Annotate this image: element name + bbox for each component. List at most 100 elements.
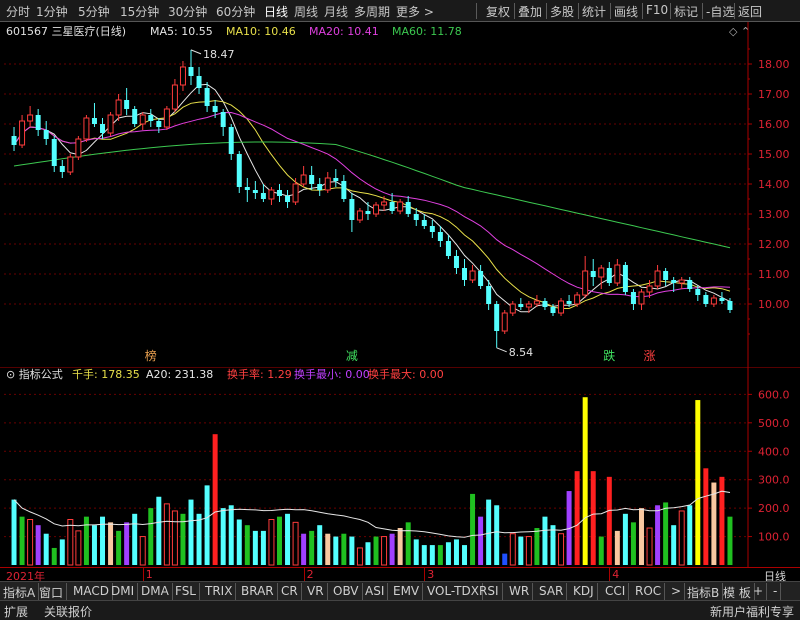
indicator-tab-3[interactable]: DMI bbox=[108, 583, 139, 600]
indicator-tab-20[interactable]: > bbox=[668, 583, 686, 600]
period-tab-8[interactable]: 月线 bbox=[324, 3, 348, 20]
candle-body-down bbox=[341, 181, 347, 199]
toolbar-action-4[interactable]: 画线 bbox=[614, 3, 638, 20]
indicator-chart-svg[interactable]: 600.0 500.0 400.0 300.0 200.0 100.0 ⊙ 指标公式 千手: … bbox=[0, 367, 800, 567]
toolbar: 分时 1分钟 5分钟 15分钟 30分钟 60分钟 日线 周线 月线 多周期 更多 > 复权 叠加 多股统… bbox=[0, 0, 800, 22]
turnover-bar bbox=[518, 536, 524, 565]
candle-body-down bbox=[244, 187, 250, 190]
indicator-tab-14[interactable]: RSI bbox=[476, 583, 503, 600]
indicator-tab-24[interactable]: - bbox=[770, 583, 782, 600]
candle-body-down bbox=[11, 136, 17, 145]
diamond-icon[interactable]: ◇ bbox=[729, 25, 738, 38]
indicator-tab-11[interactable]: ASI bbox=[362, 583, 389, 600]
turnover-bar bbox=[598, 536, 604, 565]
turnover-bar bbox=[228, 505, 234, 565]
turnover-bar bbox=[276, 516, 282, 565]
period-tab-5[interactable]: 60分钟 bbox=[216, 3, 255, 20]
indicator-tab-7[interactable]: BRAR bbox=[238, 583, 278, 600]
indicator-tab-10[interactable]: OBV bbox=[330, 583, 363, 600]
candle-body-up bbox=[509, 303, 516, 314]
toolbar-action-2[interactable]: 多股 bbox=[550, 3, 574, 20]
date-month-label: 3 bbox=[427, 568, 435, 581]
indicator-tab-5[interactable]: FSL bbox=[172, 583, 200, 600]
candle-body-down bbox=[35, 115, 41, 130]
indicator-tab-12[interactable]: EMV bbox=[390, 583, 424, 600]
expand-button[interactable]: 扩展 bbox=[4, 603, 28, 620]
kline-chart-panel[interactable]: 18.00 17.00 16.00 15.00 14.00 13.00 12.00 11.00… bbox=[0, 22, 800, 367]
indicator-tab-13[interactable]: VOL-TDX bbox=[424, 583, 483, 600]
candle-body-up bbox=[710, 297, 717, 305]
turnover-bar bbox=[445, 542, 451, 565]
period-tab-1[interactable]: 1分钟 bbox=[36, 3, 68, 20]
ma-legend-0: MA5: 10.55 bbox=[150, 25, 213, 38]
signal-marker-1: 减 bbox=[346, 349, 358, 363]
turnover-bar bbox=[646, 527, 653, 566]
toolbar-separator bbox=[642, 3, 643, 19]
stock-header: 601567 三星医疗(日线) bbox=[6, 24, 126, 38]
turnover-bar bbox=[67, 519, 74, 566]
toolbar-action-8[interactable]: 返回 bbox=[738, 3, 762, 20]
kline-chart-svg[interactable]: 18.00 17.00 16.00 15.00 14.00 13.00 12.00 11.00… bbox=[0, 22, 800, 367]
indicator-tab-23[interactable]: + bbox=[750, 583, 768, 600]
toolbar-separator bbox=[476, 3, 477, 19]
turnover-bar bbox=[212, 434, 218, 565]
period-tab-7[interactable]: 周线 bbox=[294, 3, 318, 20]
toolbar-action-1[interactable]: 叠加 bbox=[518, 3, 542, 20]
turnover-bar bbox=[83, 516, 89, 565]
new-user-promo-link[interactable]: 新用户福利专享 bbox=[710, 603, 794, 620]
indicator-tab-2[interactable]: MACD bbox=[70, 583, 113, 600]
indicator-tab-8[interactable]: CR bbox=[278, 583, 302, 600]
period-tab-9[interactable]: 多周期 bbox=[354, 3, 390, 20]
period-tab-4[interactable]: 30分钟 bbox=[168, 3, 207, 20]
max-price-label: 18.47 bbox=[203, 48, 235, 61]
candle-body-down bbox=[429, 226, 435, 232]
candle-body-down bbox=[550, 307, 556, 313]
toolbar-action-3[interactable]: 统计 bbox=[582, 3, 606, 20]
indicator-tab-18[interactable]: CCI bbox=[602, 583, 630, 600]
turnover-bar bbox=[11, 499, 17, 565]
indicator-tab-15[interactable]: WR bbox=[506, 583, 534, 600]
indicator-tab-0[interactable]: 指标A bbox=[0, 583, 40, 600]
toolbar-action-6[interactable]: 标记 bbox=[674, 3, 698, 20]
toolbar-action-5[interactable]: F10 bbox=[646, 3, 668, 17]
candle-body-up bbox=[139, 114, 146, 125]
period-tab-6[interactable]: 日线 bbox=[264, 3, 288, 20]
period-tab-2[interactable]: 5分钟 bbox=[78, 3, 110, 20]
indicator-tab-1[interactable]: 窗口 bbox=[36, 583, 68, 600]
toolbar-action-0[interactable]: 复权 bbox=[486, 3, 510, 20]
turnover-bar bbox=[429, 545, 435, 565]
related-quotes-button[interactable]: 关联报价 bbox=[44, 603, 92, 620]
indicator-tab-4[interactable]: DMA bbox=[138, 583, 173, 600]
indicator-tab-19[interactable]: ROC bbox=[632, 583, 666, 600]
signal-marker-2: 跌 bbox=[603, 348, 615, 363]
indicator-tab-9[interactable]: VR bbox=[304, 583, 328, 600]
stock-period: (日线) bbox=[96, 24, 127, 38]
candle-body-up bbox=[525, 303, 532, 308]
candle-body-down bbox=[445, 241, 451, 256]
indicator-tab-17[interactable]: KDJ bbox=[570, 583, 598, 600]
candle-body-down bbox=[462, 268, 468, 280]
turnover-bar bbox=[389, 533, 395, 565]
candle-body-down bbox=[413, 214, 419, 220]
candle-body-up bbox=[533, 300, 540, 305]
indicator-chart-panel[interactable]: 600.0 500.0 400.0 300.0 200.0 100.0 ⊙ 指标公式 千手: … bbox=[0, 367, 800, 567]
indicator-tab-16[interactable]: SAR bbox=[536, 583, 568, 600]
candle-body-down bbox=[156, 121, 162, 127]
candle-body-down bbox=[405, 202, 411, 214]
turnover-bar bbox=[413, 539, 419, 565]
indicator-name[interactable]: ⊙ 指标公式 bbox=[6, 367, 63, 381]
chevron-up-icon[interactable]: ⌃ bbox=[741, 25, 750, 38]
period-tab-0[interactable]: 分时 bbox=[6, 3, 30, 20]
price-tick-label: 11.00 bbox=[758, 268, 790, 281]
candle-body-up bbox=[654, 270, 661, 287]
candle-body-down bbox=[663, 271, 669, 280]
period-tab-10[interactable]: 更多 > bbox=[396, 3, 434, 20]
turnover-bar bbox=[582, 397, 588, 565]
indicator-tab-6[interactable]: TRIX bbox=[202, 583, 237, 600]
indicator-tab-21[interactable]: 指标B bbox=[684, 583, 724, 600]
toolbar-action-7[interactable]: -自选 bbox=[706, 3, 734, 20]
price-tick-label: 13.00 bbox=[758, 208, 790, 221]
period-tab-3[interactable]: 15分钟 bbox=[120, 3, 159, 20]
candle-body-up bbox=[300, 174, 307, 185]
turnover-bar bbox=[663, 502, 669, 565]
